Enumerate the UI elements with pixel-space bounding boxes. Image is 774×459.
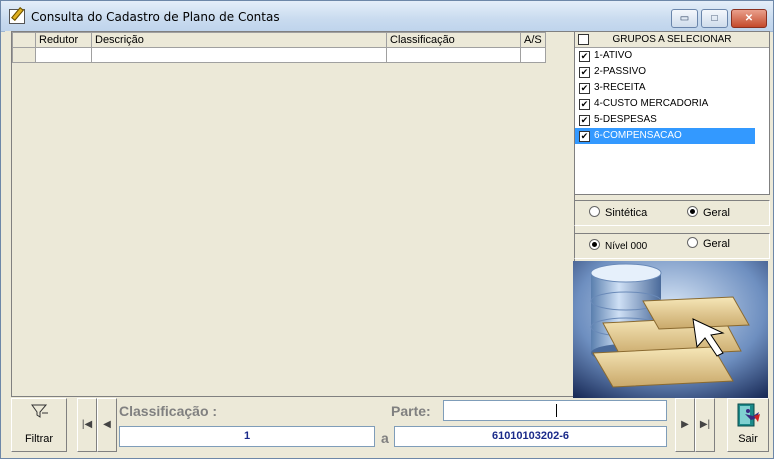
groups-list: GRUPOS A SELECIONAR ✔ 1-ATIVO ✔ 2-PASSIVO … [574, 31, 770, 195]
radio-label: Geral [703, 238, 730, 250]
filter-button[interactable]: Filtrar [11, 398, 67, 452]
column-header-redutor[interactable]: Redutor [35, 32, 92, 48]
first-record-button[interactable]: |◀ [77, 398, 97, 452]
group-checkbox[interactable]: ✔ [579, 67, 590, 78]
group-item-ativo[interactable]: ✔ 1-ATIVO [575, 48, 769, 64]
table-row[interactable] [12, 47, 546, 63]
group-item-passivo[interactable]: ✔ 2-PASSIVO [575, 64, 769, 80]
classificacao-from-input[interactable]: 1 [119, 426, 375, 447]
radio-dot[interactable] [589, 206, 600, 217]
group-label: 1-ATIVO [594, 50, 633, 61]
app-window: Consulta do Cadastro de Plano de Contas … [0, 0, 774, 459]
cell-as[interactable] [520, 47, 546, 63]
group-checkbox[interactable]: ✔ [579, 83, 590, 94]
group-item-despesas[interactable]: ✔ 5-DESPESAS [575, 112, 769, 128]
select-all-checkbox[interactable] [578, 34, 589, 45]
group-label: 5-DESPESAS [594, 114, 657, 125]
previous-record-icon: ◀ [103, 419, 111, 430]
group-item-custo-mercadoria[interactable]: ✔ 4-CUSTO MERCADORIA [575, 96, 769, 112]
classificacao-label: Classificação : [119, 403, 218, 419]
column-header-classificacao[interactable]: Classificação [386, 32, 521, 48]
last-record-button[interactable]: ▶| [695, 398, 715, 452]
client-area: Redutor Descrição Classificação A/S GRUP… [5, 31, 770, 454]
radio-label: Geral [703, 207, 730, 219]
radio-label: Sintética [605, 207, 648, 219]
group-checkbox[interactable]: ✔ [579, 115, 590, 126]
cell-descricao[interactable] [91, 47, 387, 63]
classificacao-to-input[interactable]: 61010103202-6 [394, 426, 667, 447]
group-label: 4-CUSTO MERCADORIA [594, 98, 709, 109]
close-button[interactable]: ✕ [731, 9, 767, 28]
radio-nivel-000[interactable]: Nível 000 [589, 239, 647, 252]
exit-label: Sair [738, 433, 758, 445]
previous-record-button[interactable]: ◀ [97, 398, 117, 452]
type-radio-group: Sintética Geral [574, 200, 770, 226]
accounts-grid[interactable]: Redutor Descrição Classificação A/S [11, 31, 575, 397]
database-folders-illustration [573, 261, 768, 398]
exit-door-icon [737, 403, 760, 427]
group-checkbox[interactable]: ✔ [579, 99, 590, 110]
group-item-receita[interactable]: ✔ 3-RECEITA [575, 80, 769, 96]
group-label: 6-COMPENSACAO [594, 130, 682, 141]
window-title: Consulta do Cadastro de Plano de Contas [31, 10, 280, 24]
parte-label: Parte: [391, 403, 431, 419]
cell-classificacao[interactable] [386, 47, 521, 63]
group-checkbox[interactable]: ✔ [579, 51, 590, 62]
column-header-descricao[interactable]: Descrição [91, 32, 387, 48]
first-record-icon: |◀ [81, 419, 93, 430]
bottom-toolbar: Filtrar |◀ ◀ Classificação : Parte: 1 a … [11, 398, 769, 452]
edit-pencil-icon [9, 9, 25, 24]
exit-button[interactable]: Sair [727, 398, 769, 452]
row-indicator [12, 47, 36, 63]
level-radio-group: Nível 000 Geral [574, 233, 770, 259]
column-header-as[interactable]: A/S [520, 32, 546, 48]
radio-dot[interactable] [589, 239, 600, 250]
radio-dot[interactable] [687, 237, 698, 248]
group-label: 2-PASSIVO [594, 66, 647, 77]
cell-redutor[interactable] [35, 47, 92, 63]
filter-icon [31, 404, 48, 418]
database-illustration-svg [573, 261, 768, 398]
range-separator-label: a [381, 430, 389, 446]
text-cursor [556, 404, 557, 417]
filter-label: Filtrar [24, 433, 54, 445]
row-indicator-header [12, 32, 36, 48]
radio-label: Nível 000 [605, 241, 648, 252]
radio-geral[interactable]: Geral [687, 206, 730, 219]
groups-header-label: GRUPOS A SELECIONAR [612, 34, 732, 45]
radio-geral-level[interactable]: Geral [687, 237, 730, 250]
radio-sintetica[interactable]: Sintética [589, 206, 647, 219]
next-record-icon: ▶ [681, 419, 689, 430]
maximize-button[interactable]: □ [701, 9, 728, 28]
group-label: 3-RECEITA [594, 82, 646, 93]
grid-header-row: Redutor Descrição Classificação A/S [12, 32, 546, 48]
radio-dot[interactable] [687, 206, 698, 217]
minimize-button[interactable]: ▭ [671, 9, 698, 28]
group-item-compensacao[interactable]: ✔ 6-COMPENSACAO [575, 128, 755, 144]
parte-input[interactable] [443, 400, 667, 421]
next-record-button[interactable]: ▶ [675, 398, 695, 452]
grid-table: Redutor Descrição Classificação A/S [12, 32, 546, 63]
group-checkbox[interactable]: ✔ [579, 131, 590, 142]
last-record-icon: ▶| [699, 419, 711, 430]
title-bar: Consulta do Cadastro de Plano de Contas … [1, 1, 773, 32]
groups-header: GRUPOS A SELECIONAR [575, 32, 769, 48]
